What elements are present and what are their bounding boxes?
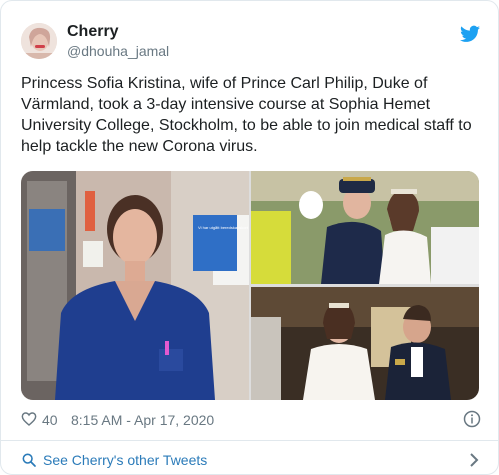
photo-wedding-couple[interactable] (251, 287, 479, 400)
tweet-card: Cherry @dhouha_jamal Princess Sofia Kris… (0, 0, 499, 475)
avatar[interactable] (21, 23, 57, 59)
tweet-timestamp[interactable]: 8:15 AM - Apr 17, 2020 (71, 412, 214, 428)
twitter-bird-icon[interactable] (460, 25, 480, 43)
tweet-text: Princess Sofia Kristina, wife of Prince … (21, 75, 472, 155)
footer-link-row[interactable]: See Cherry's other Tweets (21, 449, 481, 471)
author-name[interactable]: Cherry (67, 23, 119, 41)
photo-princess-scrubs[interactable]: Vi har utgått beredskapskort (21, 171, 249, 400)
tweet-header: Cherry @dhouha_jamal (21, 19, 480, 63)
sign-text: Vi har utgått beredskapskort (198, 225, 249, 230)
likes-count[interactable]: 40 (42, 412, 58, 428)
see-other-tweets-link[interactable]: See Cherry's other Tweets (43, 452, 207, 468)
chevron-right-icon[interactable] (467, 452, 481, 468)
divider (1, 440, 498, 441)
heart-icon[interactable] (21, 411, 37, 427)
photo-wedding-waving[interactable] (251, 171, 479, 284)
media-grid: Vi har utgått beredskapskort (21, 171, 479, 400)
search-icon (22, 453, 36, 467)
author-handle[interactable]: @dhouha_jamal (67, 43, 169, 59)
info-icon[interactable] (463, 410, 481, 428)
tweet-meta: 40 8:15 AM - Apr 17, 2020 (21, 409, 483, 431)
